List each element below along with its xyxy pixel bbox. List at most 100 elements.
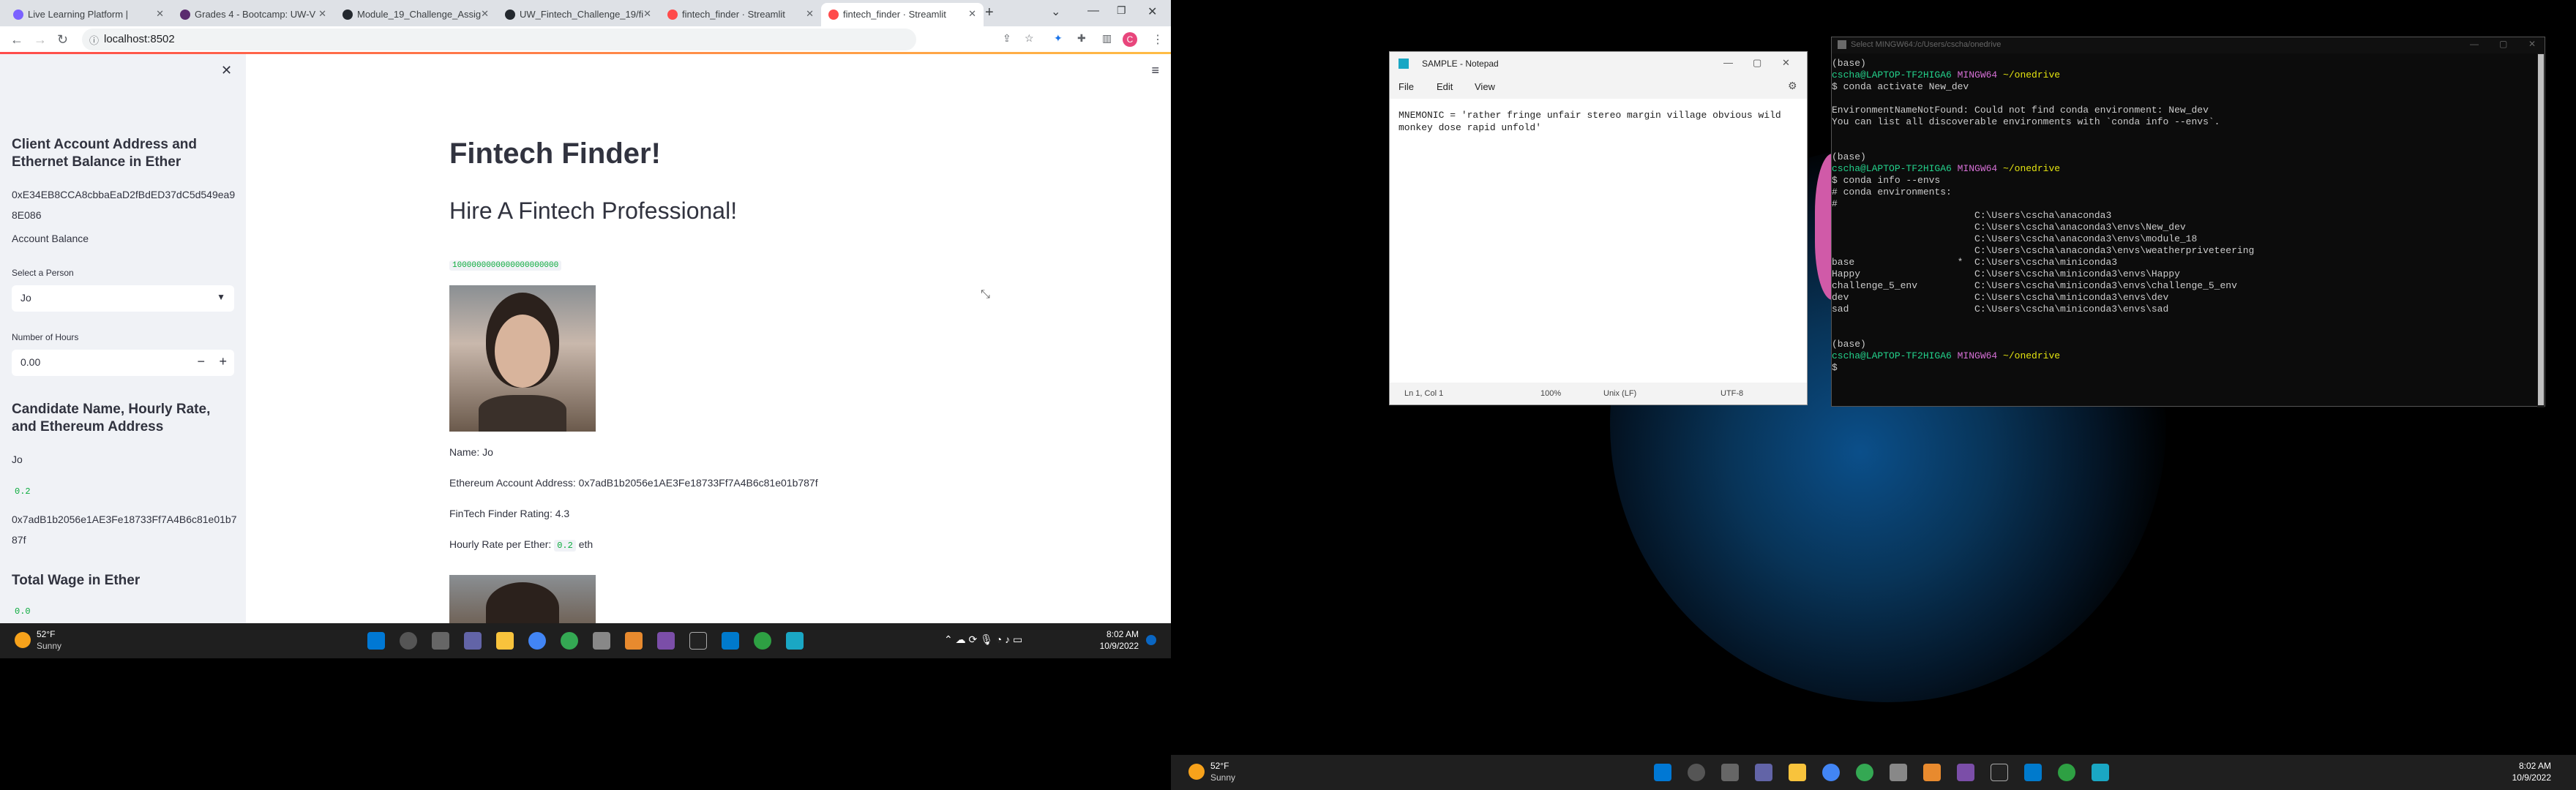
close-icon[interactable]: ✕ <box>481 8 489 20</box>
teams-icon[interactable] <box>1755 764 1772 781</box>
app-icon[interactable] <box>754 632 771 650</box>
task-view-icon[interactable] <box>1721 764 1739 781</box>
task-view-icon[interactable] <box>432 632 449 650</box>
close-button[interactable]: ✕ <box>1782 57 1790 69</box>
select-person-label: Select a Person <box>12 268 74 278</box>
file-explorer-icon[interactable] <box>1789 764 1806 781</box>
status-position: Ln 1, Col 1 <box>1404 389 1444 398</box>
vscode-icon[interactable] <box>722 632 739 650</box>
decrement-button[interactable]: − <box>197 354 205 369</box>
terminal-scrollbar[interactable] <box>2537 53 2545 407</box>
notepad-statusbar: Ln 1, Col 1 100% Unix (LF) UTF-8 <box>1390 383 1807 405</box>
chrome-icon[interactable] <box>1822 764 1840 781</box>
terminal-line: EnvironmentNameNotFound: Could not find … <box>1832 105 2209 116</box>
terminal-line: C:\Users\cscha\anaconda3\envs\New_dev <box>1832 222 2186 233</box>
tab-fintech-finder-1[interactable]: fintech_finder · Streamlit ✕ <box>660 3 821 26</box>
close-icon[interactable]: ✕ <box>156 8 164 20</box>
weather-desc: Sunny <box>37 641 62 651</box>
windows-start-icon[interactable] <box>1654 764 1671 781</box>
extension-icon[interactable]: ✦ <box>1054 32 1063 45</box>
app-icon[interactable] <box>2058 764 2075 781</box>
face-shape <box>495 315 550 388</box>
forward-icon[interactable]: → <box>34 32 47 48</box>
windows-start-icon[interactable] <box>367 632 385 650</box>
minimize-button[interactable]: — <box>2470 39 2479 49</box>
chrome-icon[interactable] <box>528 632 546 650</box>
close-button[interactable]: ✕ <box>2528 39 2536 49</box>
close-icon[interactable]: ✕ <box>968 8 976 20</box>
maximize-button[interactable]: ▢ <box>1753 57 1761 69</box>
expand-image-icon[interactable]: ⤡ <box>981 288 990 301</box>
browser-tab-strip: Live Learning Platform | ✕ Grades 4 - Boo… <box>0 0 1171 26</box>
avatar[interactable]: C <box>1123 32 1137 47</box>
notepad-text-area[interactable]: MNEMONIC = 'rather fringe unfair stereo … <box>1390 99 1807 383</box>
minimize-button[interactable]: — <box>1087 4 1099 18</box>
tab-grades[interactable]: Grades 4 - Bootcamp: UW-V ✕ <box>173 3 334 26</box>
back-icon[interactable]: ← <box>10 32 23 48</box>
hours-number-input[interactable]: 0.00− + <box>12 350 234 376</box>
search-icon[interactable] <box>400 632 417 650</box>
maximize-button[interactable]: ▢ <box>2499 39 2507 49</box>
app-icon[interactable] <box>593 632 610 650</box>
menu-file[interactable]: File <box>1399 81 1414 92</box>
close-sidebar-button[interactable]: ✕ <box>221 63 232 78</box>
app-icon[interactable] <box>625 632 643 650</box>
tab-live-learning[interactable]: Live Learning Platform | ✕ <box>6 3 171 26</box>
tab-module19[interactable]: Module_19_Challenge_Assig ✕ <box>335 3 496 26</box>
file-explorer-icon[interactable] <box>496 632 514 650</box>
share-icon[interactable]: ⇪ <box>1003 32 1011 45</box>
sidepanel-icon[interactable]: ▥ <box>1102 32 1112 45</box>
gear-icon[interactable]: ⚙ <box>1788 80 1797 92</box>
chrome-profile-icon[interactable] <box>561 632 578 650</box>
close-window-button[interactable]: ✕ <box>1147 4 1157 19</box>
bookmark-star-icon[interactable]: ☆ <box>1025 32 1034 45</box>
chrome-profile-icon[interactable] <box>1856 764 1873 781</box>
terminal-output[interactable]: (base) cscha@LAPTOP-TF2HIGA6 MINGW64 ~/on… <box>1832 58 2537 405</box>
tab-uw-fintech[interactable]: UW_Fintech_Challenge_19/fi ✕ <box>498 3 659 26</box>
maximize-button[interactable]: ❐ <box>1117 4 1126 17</box>
notepad-icon[interactable] <box>786 632 804 650</box>
address-bar[interactable]: ⓘ localhost:8502 <box>82 29 916 50</box>
terminal-icon[interactable] <box>1991 764 2008 781</box>
taskbar-right: 52°F Sunny 8:02 AM 10/9/2022 <box>1171 755 2576 790</box>
notepad-icon[interactable] <box>2092 764 2109 781</box>
teams-icon[interactable] <box>464 632 482 650</box>
app-icon[interactable] <box>1890 764 1907 781</box>
github-icon <box>342 10 353 20</box>
increment-button[interactable]: + <box>219 354 227 369</box>
search-icon[interactable] <box>1688 764 1705 781</box>
total-wage-heading: Total Wage in Ether <box>12 573 141 588</box>
scrollbar-thumb[interactable] <box>2538 54 2544 405</box>
status-zoom: 100% <box>1540 389 1562 398</box>
discord-icon[interactable] <box>657 632 675 650</box>
new-tab-button[interactable]: + <box>985 4 994 21</box>
terminal-line: $ conda info --envs <box>1832 175 1941 186</box>
terminal-icon[interactable] <box>689 632 707 650</box>
tray-icons[interactable]: ⌃ ☁ ⟳ 🎙 ◔ ♪ ▭ <box>944 633 1022 646</box>
menu-view[interactable]: View <box>1475 81 1495 92</box>
close-icon[interactable]: ✕ <box>806 8 814 20</box>
menu-icon[interactable]: ⋮ <box>1152 32 1164 47</box>
terminal-title: Select MINGW64:/c/Users/cscha/onedrive <box>1851 40 2002 49</box>
notification-icon[interactable] <box>1146 635 1156 645</box>
discord-icon[interactable] <box>1957 764 1974 781</box>
vscode-icon[interactable] <box>2024 764 2042 781</box>
streamlit-main: ≡ Fintech Finder! Hire A Fintech Profess… <box>246 54 1171 623</box>
app-icon[interactable] <box>1923 764 1941 781</box>
minimize-button[interactable]: — <box>1723 57 1733 68</box>
close-icon[interactable]: ✕ <box>318 8 326 20</box>
menu-edit[interactable]: Edit <box>1437 81 1453 92</box>
reload-icon[interactable]: ↻ <box>57 32 68 48</box>
clock-time: 8:02 AM <box>2518 761 2551 771</box>
tab-fintech-finder-active[interactable]: fintech_finder · Streamlit ✕ <box>821 3 984 26</box>
close-icon[interactable]: ✕ <box>643 8 651 20</box>
hamburger-menu-icon[interactable]: ≡ <box>1151 63 1159 78</box>
puzzle-icon[interactable]: ✚ <box>1077 32 1086 45</box>
select-person-dropdown[interactable]: Jo ▼ <box>12 285 234 312</box>
sun-icon <box>15 632 31 648</box>
terminal-line: # <box>1832 198 1838 209</box>
terminal-line: dev C:\Users\cscha\miniconda3\envs\dev <box>1832 292 2169 303</box>
tab-search-icon[interactable]: ⌄ <box>1051 4 1060 19</box>
